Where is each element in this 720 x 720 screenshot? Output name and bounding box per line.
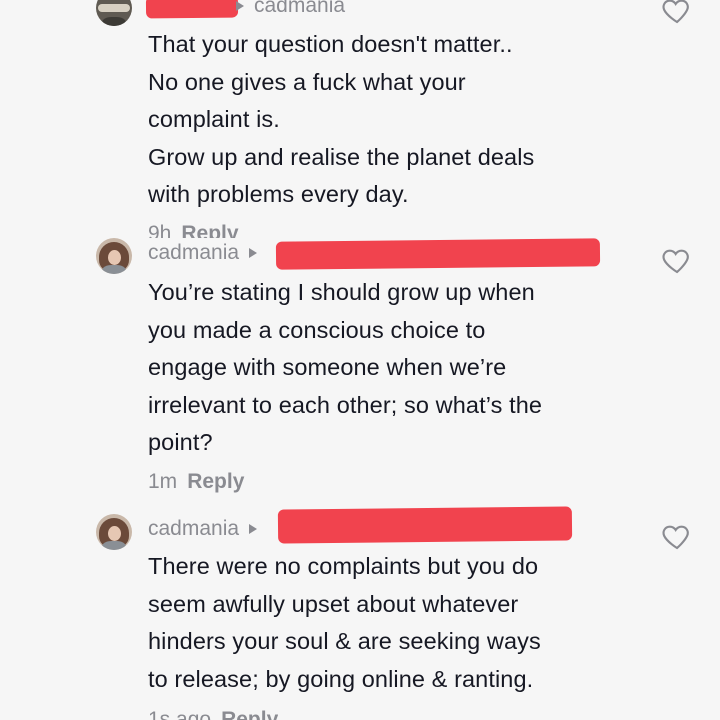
avatar[interactable] [96,514,132,550]
comment-line: seem awfully upset about whatever [148,590,519,617]
comment-line: No one gives a fuck what your [148,68,466,95]
heart-outline-icon[interactable] [660,244,694,276]
comment-line: You’re stating I should grow up when [148,279,535,305]
comment-line: Grow up and realise the planet deals [148,143,535,170]
avatar[interactable] [96,0,132,26]
redaction-mark [145,0,239,19]
comment-meta: 9h Reply [148,222,239,238]
timestamp: 9h [148,222,172,238]
comment-line: complaint is. [148,106,280,132]
reply-button[interactable]: Reply [187,470,244,493]
reply-button[interactable]: Reply [221,708,278,720]
comment-header: cadmania [148,240,267,266]
heart-outline-icon[interactable] [660,0,694,26]
comment-header: cadmania [148,516,267,542]
comment-line: you made a conscious choice to [148,316,486,343]
comment-line: point? [148,429,213,455]
comment-3: cadmania There were no complaints but yo… [0,506,720,720]
comment-meta: 1m Reply [148,470,244,494]
redaction-mark [275,238,601,270]
reply-button[interactable]: Reply [181,222,238,238]
reply-target-line: cadmania [236,0,345,19]
comment-meta: 1s ago Reply [148,708,278,720]
reply-arrow-icon [236,1,244,11]
username[interactable]: cadmania [254,0,345,18]
comment-line: engage with someone when we’re [148,354,507,380]
reply-arrow-icon [249,248,258,258]
comment-text: You’re stating I should grow up when you… [148,274,618,462]
comment-2: cadmania You’re stating I should grow up… [0,238,720,508]
comment-line: There were no complaints but you do [148,553,539,579]
comment-line: to release; by going online & ranting. [148,665,534,692]
comment-line: That your question doesn't matter.. [148,31,513,57]
timestamp: 1s ago [148,708,212,720]
comment-line: hinders your soul & are seeking ways [148,628,541,654]
reply-arrow-icon [249,524,258,534]
avatar[interactable] [96,238,132,274]
comment-line: with problems every day. [148,181,409,207]
username[interactable]: cadmania [148,517,239,541]
comment-line: irrelevant to each other; so what’s the [148,391,543,418]
username[interactable]: cadmania [148,241,239,265]
heart-outline-icon[interactable] [660,520,694,552]
comment-1: cadmania That your question doesn't matt… [0,0,720,240]
comment-text: There were no complaints but you do seem… [148,548,618,698]
redaction-mark [277,506,573,544]
timestamp: 1m [148,470,178,493]
comment-text: That your question doesn't matter.. No o… [148,26,618,214]
